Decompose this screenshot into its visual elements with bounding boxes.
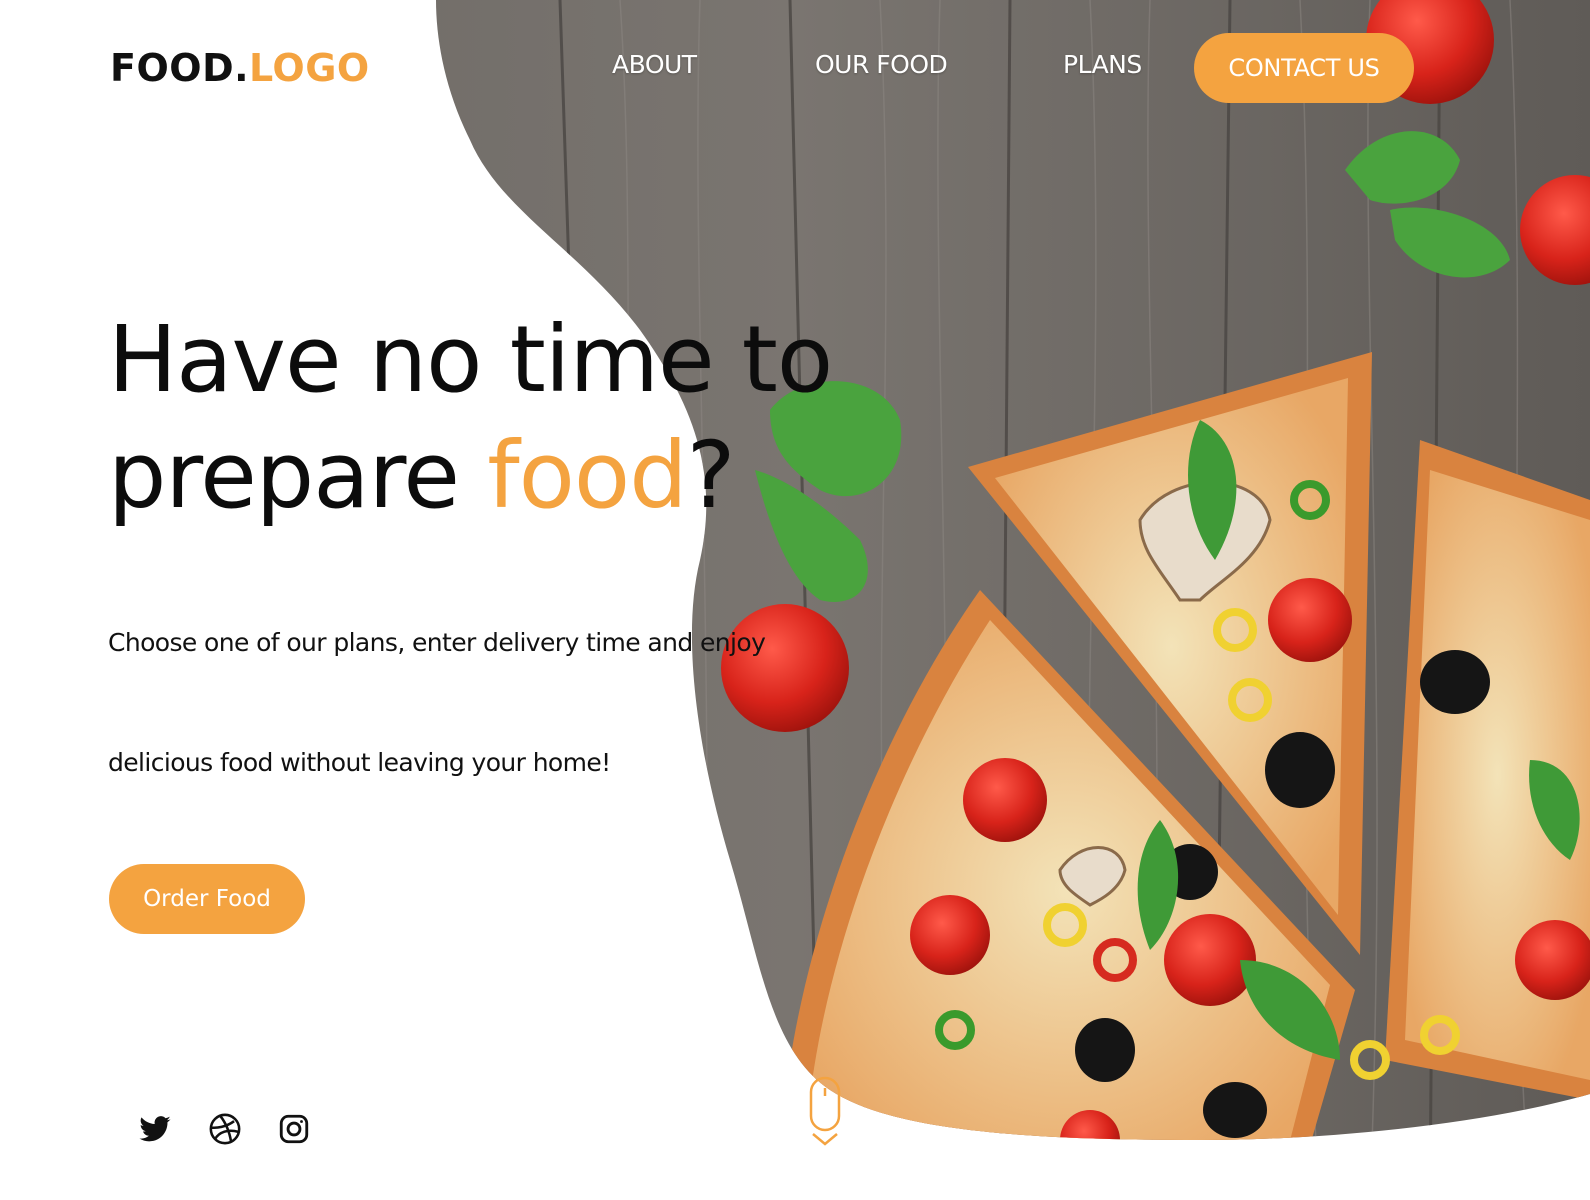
order-food-button[interactable]: Order Food [109, 864, 305, 934]
instagram-icon[interactable] [277, 1112, 311, 1146]
logo[interactable]: FOOD.LOGO [110, 46, 370, 90]
logo-accent-text: LOGO [249, 46, 370, 90]
hero-headline: Have no time to prepare food? [108, 302, 868, 534]
nav-link-plans[interactable]: PLANS [1063, 50, 1142, 79]
headline-line2: prepare [108, 422, 488, 529]
hero-subtitle-line1: Choose one of our plans, enter delivery … [108, 628, 766, 657]
dribbble-icon[interactable] [208, 1112, 242, 1146]
hero-subtitle-line2: delicious food without leaving your home… [108, 748, 611, 777]
contact-us-button[interactable]: CONTACT US [1194, 33, 1414, 103]
headline-line1: Have no time to [108, 306, 833, 413]
nav-link-our-food[interactable]: OUR FOOD [815, 50, 948, 79]
logo-main-text: FOOD. [110, 46, 250, 90]
headline-question-mark: ? [686, 422, 736, 529]
twitter-icon[interactable] [138, 1112, 172, 1146]
headline-accent-word: food [487, 422, 687, 529]
nav-link-about[interactable]: ABOUT [612, 50, 697, 79]
hero-image [436, 0, 1590, 1140]
scroll-down-indicator[interactable] [808, 1076, 842, 1148]
